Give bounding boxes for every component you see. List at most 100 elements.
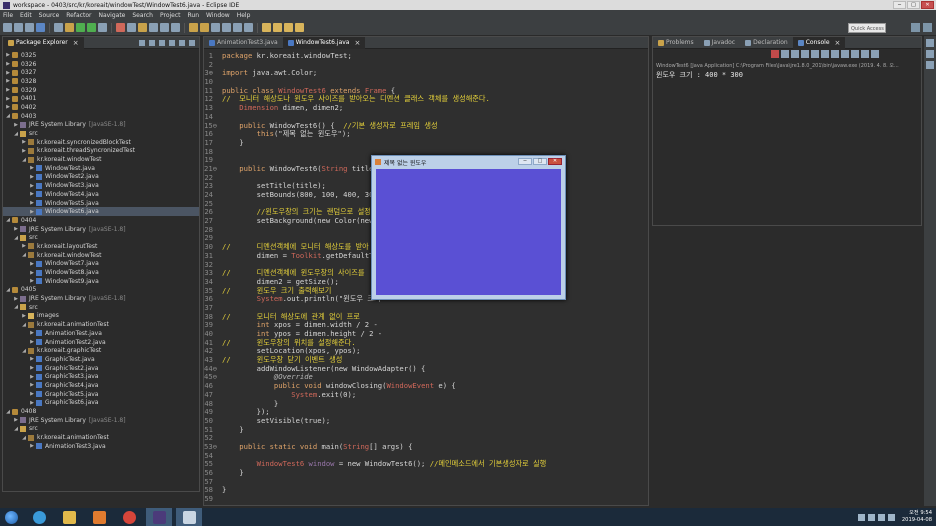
taskbar-app-explorer[interactable] xyxy=(56,508,82,526)
remove-all-icon[interactable] xyxy=(791,50,799,58)
tree-item[interactable]: ▶ kr.koreait.threadSyncronizedTest xyxy=(3,147,199,156)
frame-maximize-button[interactable]: □ xyxy=(533,158,547,165)
tree-item[interactable]: ▶ JRE System Library [JavaSE-1.8] xyxy=(3,225,199,234)
start-button[interactable] xyxy=(0,508,22,526)
close-button[interactable]: ✕ xyxy=(921,1,934,9)
tree-item[interactable]: ◢ 0403 xyxy=(3,112,199,121)
view-menu-icon[interactable] xyxy=(169,40,175,46)
tree-item[interactable]: ◢ kr.koreait.windowTest xyxy=(3,251,199,260)
scroll-lock-icon[interactable] xyxy=(811,50,819,58)
tree-item[interactable]: ▶ kr.koreait.layoutTest xyxy=(3,242,199,251)
collapsed-arrow-icon[interactable]: ▶ xyxy=(29,200,35,206)
menu-item-edit[interactable]: Edit xyxy=(20,12,32,19)
tray-volume-icon[interactable] xyxy=(877,513,885,521)
maximize-view-icon[interactable] xyxy=(189,40,195,46)
toolbar-button-icon[interactable] xyxy=(54,23,63,32)
frame-close-button[interactable]: ✕ xyxy=(548,158,562,165)
close-tab-icon[interactable]: × xyxy=(354,39,360,47)
toolbar-button-icon[interactable] xyxy=(149,23,158,32)
collapsed-arrow-icon[interactable]: ▶ xyxy=(29,270,35,276)
collapsed-arrow-icon[interactable]: ▶ xyxy=(29,174,35,180)
frame-minimize-button[interactable]: ─ xyxy=(518,158,532,165)
expanded-arrow-icon[interactable]: ◢ xyxy=(21,157,27,163)
collapsed-arrow-icon[interactable]: ▶ xyxy=(29,365,35,371)
tab-editor-file[interactable]: AnimationTest3.java xyxy=(204,37,283,49)
collapsed-arrow-icon[interactable]: ▶ xyxy=(13,122,19,128)
taskbar-app-eclipse[interactable] xyxy=(146,508,172,526)
toolbar-button-icon[interactable] xyxy=(76,23,85,32)
toolbar-button-icon[interactable] xyxy=(211,23,220,32)
tree-item[interactable]: ▶ GraphicTest.java xyxy=(3,355,199,364)
collapsed-arrow-icon[interactable]: ▶ xyxy=(29,191,35,197)
tree-item[interactable]: ◢ kr.koreait.animationTest xyxy=(3,320,199,329)
tree-item[interactable]: ◢ kr.koreait.graphicTest xyxy=(3,346,199,355)
tab-editor-file[interactable]: WindowTest6.java × xyxy=(282,36,366,49)
tree-item[interactable]: ▶ GraphicTest3.java xyxy=(3,372,199,381)
expanded-arrow-icon[interactable]: ◢ xyxy=(5,287,11,293)
expanded-arrow-icon[interactable]: ◢ xyxy=(5,113,11,119)
tree-item[interactable]: ▶ WindowTest7.java xyxy=(3,260,199,269)
tab-declaration[interactable]: Declaration xyxy=(740,37,793,49)
toolbar-button-icon[interactable] xyxy=(14,23,23,32)
toolbar-button-icon[interactable] xyxy=(65,23,74,32)
tree-item[interactable]: ▶ WindowTest4.java xyxy=(3,190,199,199)
tree-item[interactable]: ▶ WindowTest3.java xyxy=(3,181,199,190)
display-console-icon[interactable] xyxy=(841,50,849,58)
clock[interactable]: 오전 9:54 2019-04-08 xyxy=(902,510,932,524)
collapsed-arrow-icon[interactable]: ▶ xyxy=(29,356,35,362)
toolbar-button-icon[interactable] xyxy=(116,23,125,32)
toolbar-button-icon[interactable] xyxy=(262,23,271,32)
toolbar-button-icon[interactable] xyxy=(87,23,96,32)
expanded-arrow-icon[interactable]: ◢ xyxy=(21,252,27,258)
collapsed-arrow-icon[interactable]: ▶ xyxy=(5,104,11,110)
tree-item[interactable]: ▶ AnimationTest3.java xyxy=(3,442,199,451)
menu-item-run[interactable]: Run xyxy=(188,12,200,19)
maximize-button[interactable]: □ xyxy=(907,1,920,9)
taskbar-app-chrome[interactable] xyxy=(116,508,142,526)
menu-item-navigate[interactable]: Navigate xyxy=(98,12,125,19)
tree-item[interactable]: ▶ WindowTest9.java xyxy=(3,277,199,286)
tree-item[interactable]: ▶ 0402 xyxy=(3,103,199,112)
expanded-arrow-icon[interactable]: ◢ xyxy=(21,322,27,328)
menu-item-window[interactable]: Window xyxy=(206,12,230,19)
collapsed-arrow-icon[interactable]: ▶ xyxy=(13,296,19,302)
maximize-view-icon[interactable] xyxy=(871,50,879,58)
tree-item[interactable]: ▶ GraphicTest2.java xyxy=(3,364,199,373)
pin-console-icon[interactable] xyxy=(831,50,839,58)
collapsed-arrow-icon[interactable]: ▶ xyxy=(29,339,35,345)
tree-item[interactable]: ▶ 0401 xyxy=(3,94,199,103)
expanded-arrow-icon[interactable]: ◢ xyxy=(21,348,27,354)
tree-item[interactable]: ▶ GraphicTest4.java xyxy=(3,381,199,390)
tree-item[interactable]: ▶ WindowTest.java xyxy=(3,164,199,173)
tree-item[interactable]: ◢ kr.koreait.animationTest xyxy=(3,433,199,442)
tree-item[interactable]: ◢ 0405 xyxy=(3,286,199,295)
tree-item[interactable]: ▶ WindowTest8.java xyxy=(3,268,199,277)
collapsed-arrow-icon[interactable]: ▶ xyxy=(29,391,35,397)
tree-item[interactable]: ◢ src xyxy=(3,425,199,434)
tray-flag-icon[interactable] xyxy=(857,513,865,521)
outline-icon[interactable] xyxy=(926,39,934,47)
expanded-arrow-icon[interactable]: ◢ xyxy=(5,409,11,415)
menu-item-project[interactable]: Project xyxy=(160,12,181,19)
tree-item[interactable]: ▶ GraphicTest6.java xyxy=(3,399,199,408)
expanded-arrow-icon[interactable]: ◢ xyxy=(13,426,19,432)
close-tab-icon[interactable]: × xyxy=(73,39,79,47)
minimize-view-icon[interactable] xyxy=(179,40,185,46)
tree-item[interactable]: ▶ JRE System Library [JavaSE-1.8] xyxy=(3,294,199,303)
tree-item[interactable]: ▶ 0325 xyxy=(3,51,199,60)
tree-item[interactable]: ▶ 0329 xyxy=(3,86,199,95)
tree-item[interactable]: ▶ 0327 xyxy=(3,68,199,77)
taskbar-app-java[interactable] xyxy=(176,508,202,526)
tab-console[interactable]: Console × xyxy=(792,36,846,49)
tree-item[interactable]: ▶ JRE System Library [JavaSE-1.8] xyxy=(3,121,199,130)
tree-item[interactable]: ▶ images xyxy=(3,312,199,321)
toolbar-button-icon[interactable] xyxy=(25,23,34,32)
tree-item[interactable]: ◢ src xyxy=(3,233,199,242)
collapsed-arrow-icon[interactable]: ▶ xyxy=(29,261,35,267)
expanded-arrow-icon[interactable]: ◢ xyxy=(21,435,27,441)
toolbar-button-icon[interactable] xyxy=(171,23,180,32)
collapsed-arrow-icon[interactable]: ▶ xyxy=(29,278,35,284)
tree-item[interactable]: ◢ 0404 xyxy=(3,216,199,225)
collapsed-arrow-icon[interactable]: ▶ xyxy=(29,443,35,449)
toolbar-button-icon[interactable] xyxy=(244,23,253,32)
